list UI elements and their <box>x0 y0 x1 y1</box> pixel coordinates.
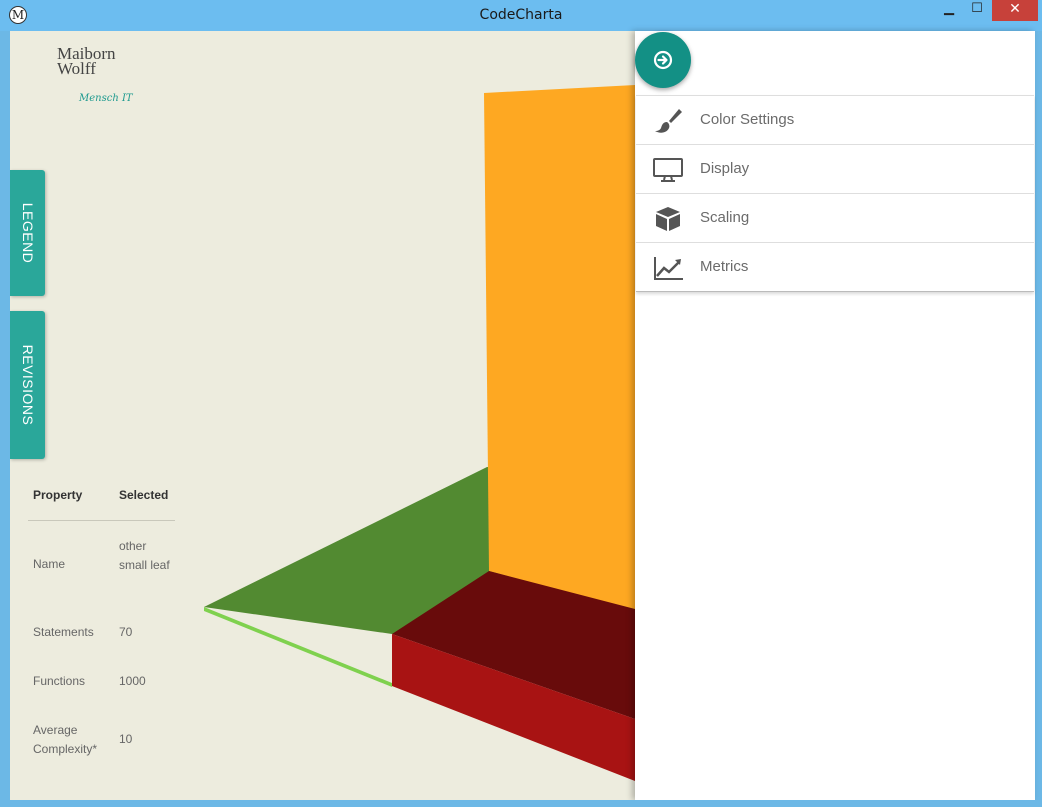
legend-tab[interactable]: LEGEND <box>10 170 45 296</box>
property-key: Name <box>33 557 66 571</box>
property-value: 10 <box>119 732 133 746</box>
property-table-header: Property Selected <box>28 486 175 521</box>
menu-label-display: Display <box>700 160 750 177</box>
close-button[interactable]: ✕ <box>992 0 1038 21</box>
trending-chart-icon <box>654 257 683 280</box>
window-bottom-border <box>0 800 1042 807</box>
header-selected: Selected <box>119 488 169 502</box>
settings-menu: Color Settings Display Scaling Metrics <box>636 95 1034 292</box>
revisions-tab-label: REVISIONS <box>19 344 36 426</box>
property-value: 70 <box>119 625 133 639</box>
menu-item-scaling[interactable]: Scaling <box>636 193 1034 242</box>
minimize-button[interactable]: ▁ <box>936 0 962 21</box>
table-row: Name other small leaf <box>28 537 178 597</box>
map-canvas[interactable]: Maiborn Wolff Mensch IT LEGEND REVISIONS… <box>10 31 635 800</box>
logo-line-2: Wolff <box>57 59 96 78</box>
monitor-icon <box>653 158 683 182</box>
menu-label-metrics: Metrics <box>700 258 749 275</box>
table-row: Statements 70 <box>28 623 178 643</box>
maximize-button[interactable]: ☐ <box>964 0 990 21</box>
window-title: CodeCharta <box>479 7 563 23</box>
property-value: other small leaf <box>119 539 170 572</box>
window-title-bar: M CodeCharta ▁ ☐ ✕ <box>0 0 1042 31</box>
menu-item-metrics[interactable]: Metrics <box>636 242 1034 291</box>
property-table: Property Selected Name other small leaf … <box>28 486 178 756</box>
logo-tagline: Mensch IT <box>79 93 133 104</box>
paintbrush-icon <box>655 109 682 133</box>
header-property: Property <box>33 488 83 502</box>
table-row: Average Complexity* 10 <box>28 721 178 761</box>
menu-item-display[interactable]: Display <box>636 144 1034 193</box>
close-panel-button[interactable] <box>635 32 691 88</box>
menu-label-color-settings: Color Settings <box>700 111 795 128</box>
property-value: 1000 <box>119 674 146 688</box>
table-row: Functions 1000 <box>28 672 178 692</box>
revisions-tab[interactable]: REVISIONS <box>10 311 45 459</box>
maibornwolff-logo: Maiborn Wolff Mensch IT <box>57 45 147 116</box>
property-key: Statements <box>33 625 94 639</box>
settings-panel: Color Settings Display Scaling Metrics <box>635 31 1035 800</box>
orange-building <box>484 85 635 611</box>
arrow-right-circle-icon <box>653 50 673 70</box>
cube-icon <box>656 207 680 231</box>
menu-item-color-settings[interactable]: Color Settings <box>636 95 1034 144</box>
legend-tab-label: LEGEND <box>19 202 36 264</box>
property-key: Functions <box>33 674 86 688</box>
menu-label-scaling: Scaling <box>700 209 750 226</box>
property-key: Average Complexity* <box>33 723 98 756</box>
